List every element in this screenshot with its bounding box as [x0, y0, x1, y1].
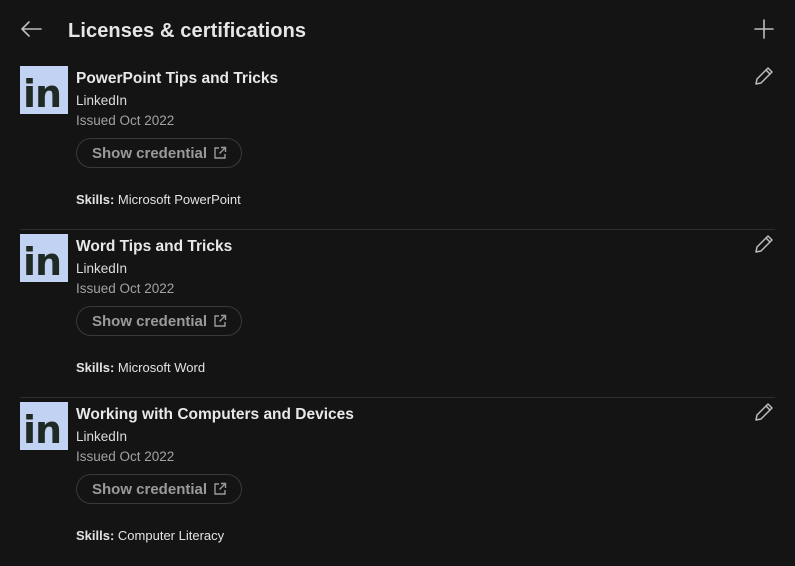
add-certification-button[interactable]	[751, 18, 777, 44]
issued-date: Issued Oct 2022	[76, 281, 175, 296]
pencil-icon	[753, 401, 775, 428]
edit-button[interactable]	[752, 402, 776, 426]
list-item: in Word Tips and Tricks LinkedIn Issued …	[0, 230, 795, 398]
page-header: Licenses & certifications	[0, 0, 795, 62]
linkedin-logo: in	[20, 66, 68, 114]
skills-line: Skills: Microsoft PowerPoint	[76, 192, 241, 207]
pencil-icon	[753, 233, 775, 260]
show-credential-label: Show credential	[92, 144, 208, 162]
skills-value: Microsoft Word	[117, 360, 206, 375]
external-link-icon	[213, 146, 227, 160]
show-credential-label: Show credential	[92, 480, 208, 498]
external-link-icon	[213, 482, 227, 496]
skills-value: Microsoft PowerPoint	[117, 192, 241, 207]
logo-text: in	[23, 240, 62, 282]
issuer-name: LinkedIn	[76, 429, 128, 444]
skills-label: Skills:	[76, 528, 115, 543]
issued-date: Issued Oct 2022	[76, 113, 175, 128]
certifications-list: in PowerPoint Tips and Tricks LinkedIn I…	[0, 62, 795, 566]
certification-title: Word Tips and Tricks	[76, 238, 233, 255]
skills-label: Skills:	[76, 192, 115, 207]
pencil-icon	[753, 65, 775, 92]
skills-line: Skills: Computer Literacy	[76, 528, 224, 543]
show-credential-button[interactable]: Show credential	[76, 306, 243, 336]
page-title: Licenses & certifications	[68, 20, 307, 42]
arrow-left-icon	[19, 17, 43, 46]
plus-icon	[753, 18, 775, 45]
skills-line: Skills: Microsoft Word	[76, 360, 205, 375]
list-item: in Working with Computers and Devices Li…	[0, 398, 795, 566]
certification-title: Working with Computers and Devices	[76, 406, 354, 423]
linkedin-logo: in	[20, 234, 68, 282]
back-button[interactable]	[18, 18, 44, 44]
edit-button[interactable]	[752, 66, 776, 90]
show-credential-button[interactable]: Show credential	[76, 138, 243, 168]
issued-date: Issued Oct 2022	[76, 449, 175, 464]
certification-title: PowerPoint Tips and Tricks	[76, 70, 279, 87]
issuer-name: LinkedIn	[76, 261, 128, 276]
logo-text: in	[23, 72, 62, 114]
external-link-icon	[213, 314, 227, 328]
issuer-name: LinkedIn	[76, 93, 128, 108]
linkedin-logo: in	[20, 402, 68, 450]
logo-text: in	[23, 408, 62, 450]
show-credential-label: Show credential	[92, 312, 208, 330]
skills-label: Skills:	[76, 360, 115, 375]
skills-value: Computer Literacy	[117, 528, 225, 543]
list-item: in PowerPoint Tips and Tricks LinkedIn I…	[0, 62, 795, 230]
show-credential-button[interactable]: Show credential	[76, 474, 243, 504]
edit-button[interactable]	[752, 234, 776, 258]
